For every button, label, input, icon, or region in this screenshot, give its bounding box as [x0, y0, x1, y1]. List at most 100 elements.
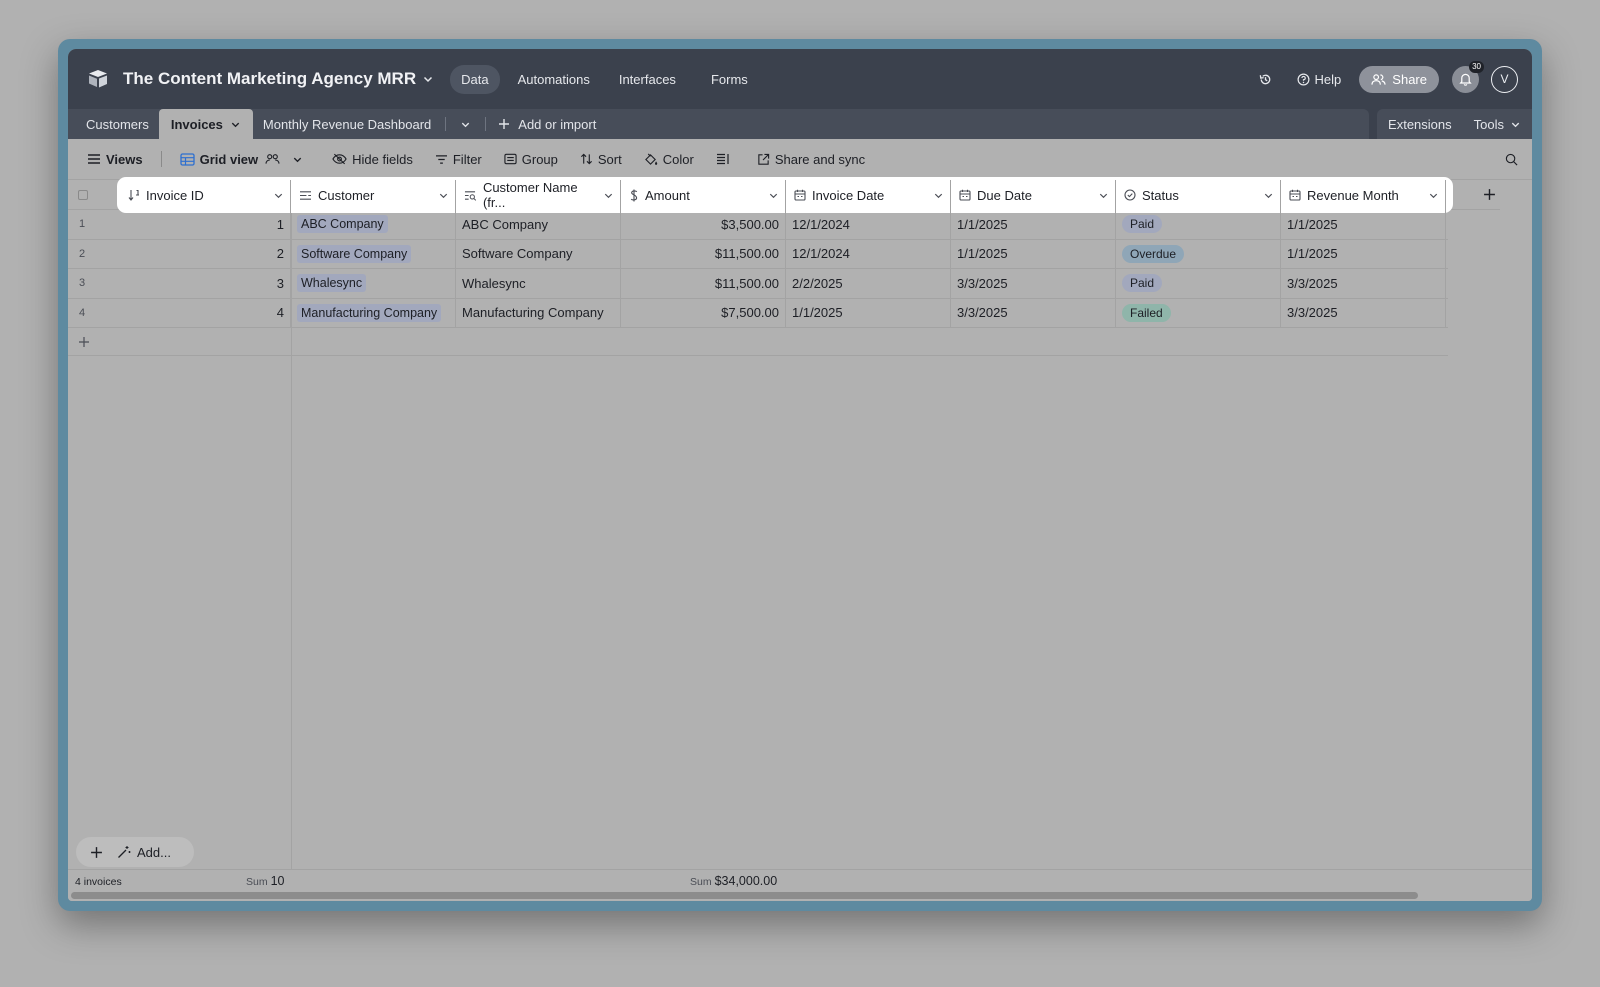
chevron-down-icon[interactable]	[1428, 190, 1439, 201]
linked-record-chip[interactable]: ABC Company	[297, 215, 388, 234]
views-button[interactable]: Views	[87, 152, 143, 167]
base-title[interactable]: The Content Marketing Agency MRR	[123, 69, 416, 89]
amount-sum[interactable]: Sum $34,000.00	[690, 874, 777, 888]
cell-status[interactable]: Failed	[1116, 298, 1281, 327]
checkbox[interactable]	[78, 189, 88, 200]
cell-amount[interactable]: $3,500.00	[621, 210, 786, 239]
history-icon[interactable]	[1258, 72, 1273, 87]
help-button[interactable]: Help	[1297, 72, 1341, 87]
add-field-plus-icon[interactable]	[1483, 188, 1496, 201]
cell-invoice-date[interactable]: 1/1/2025	[786, 298, 951, 327]
column-header-revenue-month[interactable]: Revenue Month	[1281, 180, 1446, 210]
linked-record-chip[interactable]: Manufacturing Company	[297, 303, 442, 322]
notifications-button[interactable]: 30	[1452, 60, 1484, 93]
nav-automations[interactable]: Automations	[507, 65, 601, 94]
cell-customer-name[interactable]: Software Company	[456, 239, 621, 268]
share-button[interactable]: Share	[1359, 65, 1439, 93]
chevron-down-icon[interactable]	[438, 190, 449, 201]
select-all-checkbox[interactable]	[68, 180, 120, 209]
table-row[interactable]: 3 3 Whalesync Whalesync $11,500.00 2/2/2…	[68, 269, 1448, 299]
cell-customer[interactable]: Whalesync	[291, 269, 456, 298]
column-header-status[interactable]: Status	[1116, 180, 1281, 210]
horizontal-scrollbar[interactable]	[71, 892, 1418, 899]
chevron-down-icon[interactable]	[273, 190, 284, 201]
filter-button[interactable]: Filter	[435, 152, 482, 167]
nav-data[interactable]: Data	[450, 64, 500, 94]
cell-customer[interactable]: Software Company	[291, 239, 456, 268]
add-or-import-button[interactable]: Add or import	[490, 109, 604, 139]
cell-due-date[interactable]: 1/1/2025	[951, 239, 1116, 268]
cell-revenue-month[interactable]: 3/3/2025	[1281, 269, 1446, 298]
chevron-down-icon[interactable]	[1098, 190, 1109, 201]
chevron-down-icon[interactable]	[230, 119, 241, 130]
chevron-down-icon[interactable]	[768, 190, 779, 201]
tab-invoices[interactable]: Invoices	[158, 109, 253, 139]
cell-due-date[interactable]: 3/3/2025	[951, 298, 1116, 327]
table-row[interactable]: 2 2 Software Company Software Company $1…	[68, 239, 1448, 269]
cell-status[interactable]: Paid	[1116, 269, 1281, 298]
cell-revenue-month[interactable]: 3/3/2025	[1281, 298, 1446, 327]
color-label: Color	[662, 151, 694, 167]
color-button[interactable]: Color	[644, 152, 694, 167]
cell-customer-name[interactable]: Manufacturing Company	[456, 298, 621, 327]
cell-status[interactable]: Overdue	[1116, 239, 1281, 268]
cell-amount[interactable]: $11,500.00	[621, 269, 786, 298]
hide-fields-button[interactable]: Hide fields	[332, 152, 413, 167]
add-with-ai-button[interactable]: Add...	[117, 845, 171, 860]
add-or-import-label: Add or import	[518, 116, 597, 132]
base-logo-icon[interactable]	[86, 67, 110, 91]
cell-customer[interactable]: ABC Company	[291, 210, 456, 239]
table-row[interactable]: 1 1 ABC Company ABC Company $3,500.00 12…	[68, 210, 1448, 240]
extensions-button[interactable]: Extensions	[1377, 117, 1463, 132]
linked-record-chip[interactable]: Software Company	[297, 244, 412, 263]
cell-amount[interactable]: $11,500.00	[621, 239, 786, 268]
cell-invoice-id[interactable]: 2	[120, 239, 291, 268]
cell-status[interactable]: Paid	[1116, 210, 1281, 239]
add-record-row[interactable]	[68, 328, 1448, 356]
grid: Invoice ID Customer Customer Name (fr...…	[68, 180, 1532, 901]
cell-invoice-date[interactable]: 12/1/2024	[786, 239, 951, 268]
chevron-down-icon[interactable]	[933, 190, 944, 201]
column-header-invoice-id[interactable]: Invoice ID	[120, 180, 291, 210]
cell-invoice-date[interactable]: 12/1/2024	[786, 210, 951, 239]
plus-icon[interactable]	[90, 846, 103, 859]
tab-customers[interactable]: Customers	[68, 109, 159, 139]
nav-interfaces[interactable]: Interfaces	[608, 65, 687, 94]
group-button[interactable]: Group	[504, 152, 558, 167]
cell-invoice-id[interactable]: 4	[120, 298, 291, 327]
filter-icon	[435, 154, 447, 164]
column-header-invoice-date[interactable]: Invoice Date	[786, 180, 951, 210]
column-header-customer-name[interactable]: Customer Name (fr...	[456, 180, 621, 210]
cell-customer[interactable]: Manufacturing Company	[291, 298, 456, 327]
cell-due-date[interactable]: 3/3/2025	[951, 269, 1116, 298]
sort-button[interactable]: Sort	[580, 152, 622, 167]
cell-amount[interactable]: $7,500.00	[621, 298, 786, 327]
column-header-due-date[interactable]: Due Date	[951, 180, 1116, 210]
cell-customer-name[interactable]: ABC Company	[456, 210, 621, 239]
column-header-customer[interactable]: Customer	[291, 180, 456, 210]
column-header-amount[interactable]: Amount	[621, 180, 786, 210]
avatar[interactable]: V	[1491, 65, 1518, 93]
cell-revenue-month[interactable]: 1/1/2025	[1281, 210, 1446, 239]
invoice-id-sum[interactable]: Sum 10	[246, 874, 285, 888]
record-count: 4 invoices	[75, 876, 122, 888]
chevron-down-icon[interactable]	[1263, 190, 1274, 201]
tools-button[interactable]: Tools	[1463, 117, 1532, 132]
nav-forms[interactable]: Forms	[700, 65, 759, 94]
cell-customer-name[interactable]: Whalesync	[456, 269, 621, 298]
table-row[interactable]: 4 4 Manufacturing Company Manufacturing …	[68, 298, 1448, 328]
search-icon[interactable]	[1505, 153, 1518, 166]
cell-invoice-date[interactable]: 2/2/2025	[786, 269, 951, 298]
cell-invoice-id[interactable]: 1	[120, 210, 291, 239]
share-and-sync-button[interactable]: Share and sync	[757, 152, 865, 167]
all-tables-dropdown[interactable]	[450, 109, 481, 139]
linked-record-chip[interactable]: Whalesync	[297, 274, 367, 293]
cell-revenue-month[interactable]: 1/1/2025	[1281, 239, 1446, 268]
chevron-down-icon[interactable]	[603, 190, 614, 201]
chevron-down-icon[interactable]	[422, 73, 434, 85]
tab-monthly-revenue-dashboard[interactable]: Monthly Revenue Dashboard	[253, 109, 441, 139]
cell-due-date[interactable]: 1/1/2025	[951, 210, 1116, 239]
grid-view-button[interactable]: Grid view	[179, 152, 309, 167]
row-height-button[interactable]	[716, 153, 735, 165]
cell-invoice-id[interactable]: 3	[120, 269, 291, 298]
